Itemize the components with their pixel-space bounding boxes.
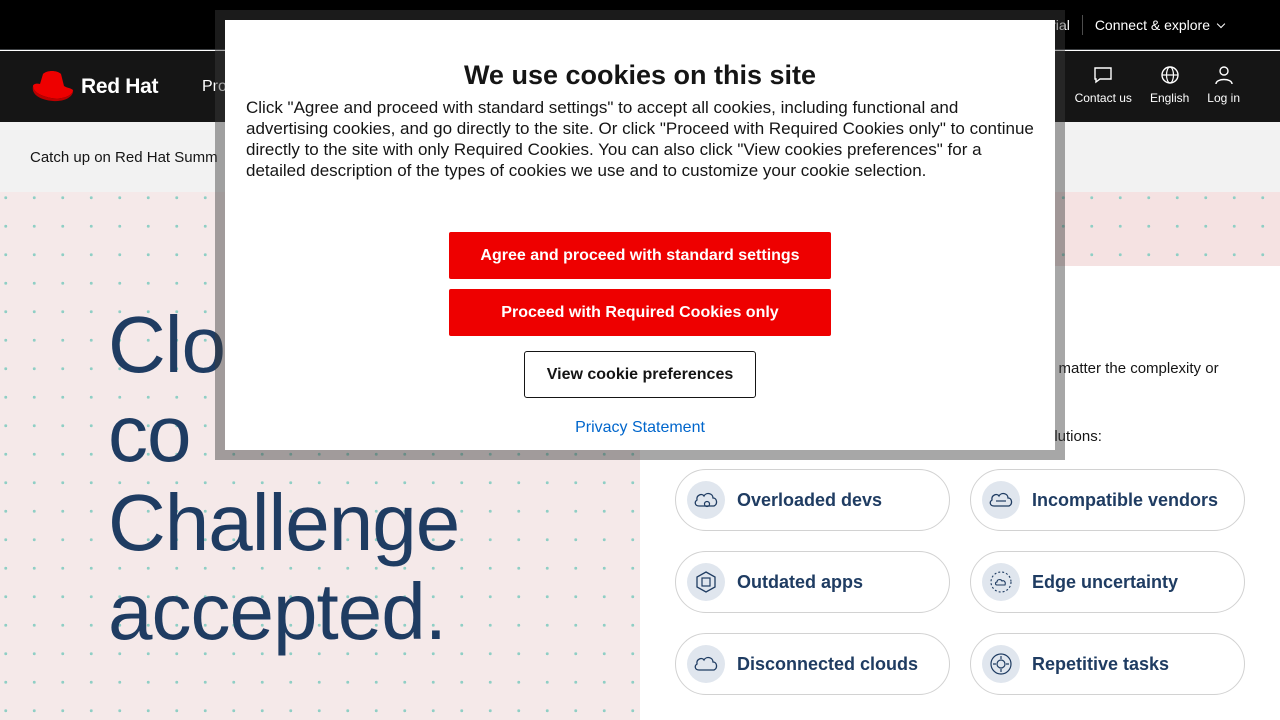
cookie-dialog-title: We use cookies on this site: [463, 60, 817, 90]
privacy-statement-link[interactable]: Privacy Statement: [225, 419, 1055, 437]
cookie-consent-dialog: We use cookies on this site Click "Agree…: [225, 20, 1055, 450]
required-cookies-only-button[interactable]: Proceed with Required Cookies only: [449, 289, 831, 336]
cookie-overlay: We use cookies on this site Click "Agree…: [0, 0, 1280, 720]
cookie-dialog-body: Click "Agree and proceed with standard s…: [246, 98, 1034, 180]
view-cookie-preferences-button[interactable]: View cookie preferences: [524, 351, 756, 398]
agree-standard-settings-button[interactable]: Agree and proceed with standard settings: [449, 232, 831, 279]
